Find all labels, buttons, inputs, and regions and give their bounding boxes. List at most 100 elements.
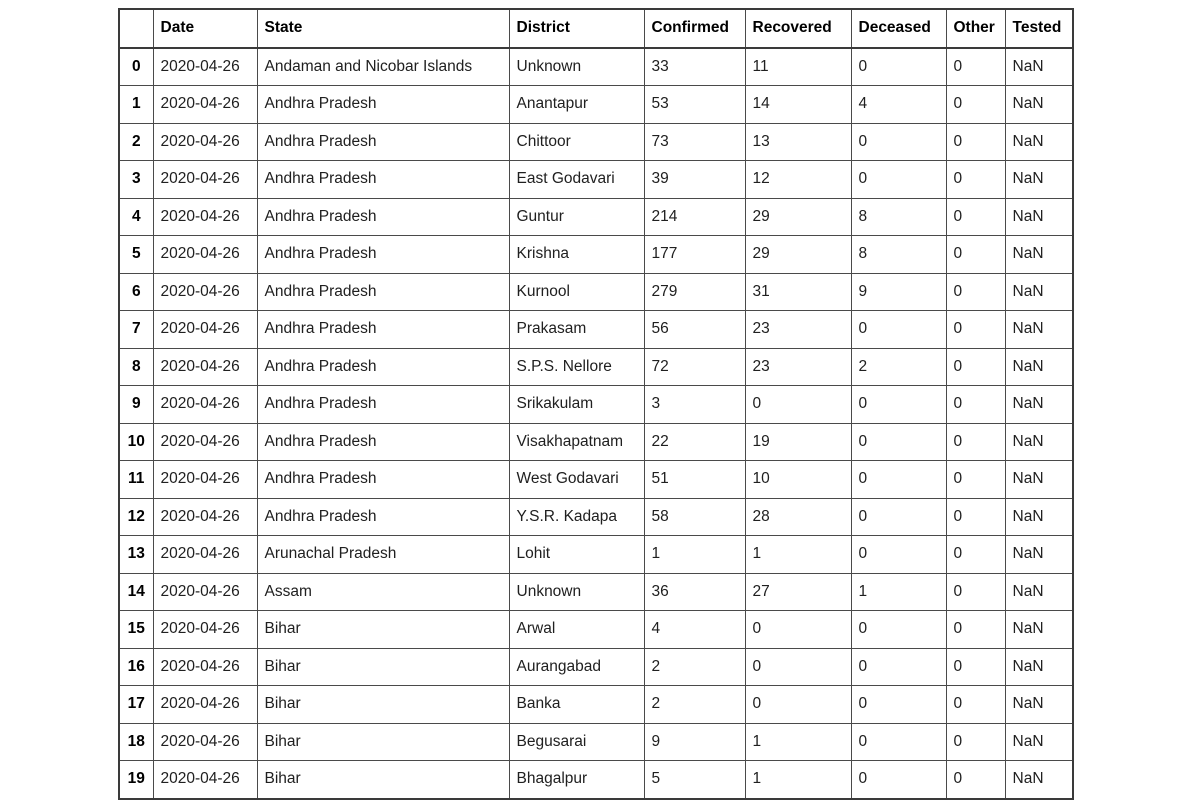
table-row: 8 2020-04-26 Andhra Pradesh S.P.S. Nellore 7… [118, 347, 1074, 386]
cell-district: Kurnool [508, 272, 645, 311]
column-header-other[interactable]: Other [945, 8, 1006, 49]
cell-recovered: 1 [744, 760, 852, 800]
table-body: 0 2020-04-26 Andaman and Nicobar Islands Un… [118, 47, 1074, 800]
cell-state: Andhra Pradesh [256, 310, 510, 349]
cell-confirmed: 1 [643, 535, 746, 574]
table-row: 17 2020-04-26 Bihar Banka 2 0 0 0 NaN [118, 685, 1074, 724]
cell-district: Anantapur [508, 85, 645, 124]
cell-confirmed: 33 [643, 47, 746, 86]
cell-recovered: 13 [744, 122, 852, 161]
row-index-label: 19 [118, 760, 154, 800]
cell-state: Assam [256, 572, 510, 611]
cell-recovered: 0 [744, 610, 852, 649]
cell-district: Srikakulam [508, 385, 645, 424]
table-row: 5 2020-04-26 Andhra Pradesh Krishna 177 29 8 0 N… [118, 235, 1074, 274]
cell-other: 0 [945, 760, 1006, 800]
cell-deceased: 0 [850, 160, 947, 199]
column-header-date[interactable]: Date [152, 8, 258, 49]
cell-other: 0 [945, 310, 1006, 349]
cell-deceased: 0 [850, 535, 947, 574]
column-header-recovered[interactable]: Recovered [744, 8, 852, 49]
table-row: 2 2020-04-26 Andhra Pradesh Chittoor 73 13 0 0 N… [118, 122, 1074, 161]
table-row: 1 2020-04-26 Andhra Pradesh Anantapur 53 14 4 0… [118, 85, 1074, 124]
row-index-label: 13 [118, 535, 154, 574]
cell-tested: NaN [1004, 422, 1074, 461]
cell-date: 2020-04-26 [152, 610, 258, 649]
table-row: 13 2020-04-26 Arunachal Pradesh Lohit 1 1 0 0 Na… [118, 535, 1074, 574]
row-index-label: 2 [118, 122, 154, 161]
cell-deceased: 0 [850, 610, 947, 649]
cell-deceased: 0 [850, 460, 947, 499]
cell-recovered: 11 [744, 47, 852, 86]
cell-deceased: 0 [850, 47, 947, 86]
cell-date: 2020-04-26 [152, 160, 258, 199]
cell-other: 0 [945, 197, 1006, 236]
cell-deceased: 0 [850, 760, 947, 800]
cell-recovered: 31 [744, 272, 852, 311]
cell-recovered: 0 [744, 685, 852, 724]
cell-tested: NaN [1004, 722, 1074, 761]
cell-tested: NaN [1004, 385, 1074, 424]
row-index-label: 5 [118, 235, 154, 274]
table-row: 6 2020-04-26 Andhra Pradesh Kurnool 279 31 9 0 N… [118, 272, 1074, 311]
cell-tested: NaN [1004, 535, 1074, 574]
column-header-tested[interactable]: Tested [1004, 8, 1074, 49]
cell-other: 0 [945, 160, 1006, 199]
cell-deceased: 1 [850, 572, 947, 611]
cell-other: 0 [945, 572, 1006, 611]
cell-date: 2020-04-26 [152, 347, 258, 386]
table-row: 4 2020-04-26 Andhra Pradesh Guntur 214 29 8 0 Na… [118, 197, 1074, 236]
cell-district: Chittoor [508, 122, 645, 161]
cell-state: Andhra Pradesh [256, 160, 510, 199]
cell-state: Andhra Pradesh [256, 272, 510, 311]
cell-confirmed: 4 [643, 610, 746, 649]
column-header-confirmed[interactable]: Confirmed [643, 8, 746, 49]
cell-date: 2020-04-26 [152, 235, 258, 274]
cell-confirmed: 56 [643, 310, 746, 349]
cell-other: 0 [945, 235, 1006, 274]
row-index-label: 16 [118, 647, 154, 686]
cell-other: 0 [945, 535, 1006, 574]
cell-state: Arunachal Pradesh [256, 535, 510, 574]
cell-tested: NaN [1004, 572, 1074, 611]
cell-district: Y.S.R. Kadapa [508, 497, 645, 536]
cell-other: 0 [945, 272, 1006, 311]
cell-district: Unknown [508, 572, 645, 611]
cell-deceased: 9 [850, 272, 947, 311]
cell-confirmed: 2 [643, 647, 746, 686]
header-row: Date State District Confirmed Recovered Decea… [118, 8, 1074, 49]
cell-tested: NaN [1004, 310, 1074, 349]
column-header-district[interactable]: District [508, 8, 645, 49]
row-index-label: 14 [118, 572, 154, 611]
table-row: 18 2020-04-26 Bihar Begusarai 9 1 0 0 NaN [118, 722, 1074, 761]
cell-deceased: 0 [850, 310, 947, 349]
cell-district: Lohit [508, 535, 645, 574]
cell-recovered: 27 [744, 572, 852, 611]
table-row: 10 2020-04-26 Andhra Pradesh Visakhapatnam 2… [118, 422, 1074, 461]
row-index-label: 12 [118, 497, 154, 536]
cell-state: Bihar [256, 610, 510, 649]
cell-deceased: 8 [850, 235, 947, 274]
cell-district: Unknown [508, 47, 645, 86]
cell-tested: NaN [1004, 197, 1074, 236]
cell-deceased: 0 [850, 685, 947, 724]
cell-date: 2020-04-26 [152, 685, 258, 724]
cell-confirmed: 72 [643, 347, 746, 386]
cell-recovered: 14 [744, 85, 852, 124]
cell-date: 2020-04-26 [152, 385, 258, 424]
cell-recovered: 1 [744, 722, 852, 761]
column-header-deceased[interactable]: Deceased [850, 8, 947, 49]
cell-confirmed: 39 [643, 160, 746, 199]
cell-state: Bihar [256, 722, 510, 761]
cell-date: 2020-04-26 [152, 760, 258, 800]
cell-date: 2020-04-26 [152, 460, 258, 499]
cell-confirmed: 51 [643, 460, 746, 499]
cell-confirmed: 53 [643, 85, 746, 124]
row-index-label: 9 [118, 385, 154, 424]
cell-tested: NaN [1004, 347, 1074, 386]
cell-district: Bhagalpur [508, 760, 645, 800]
cell-confirmed: 73 [643, 122, 746, 161]
cell-tested: NaN [1004, 610, 1074, 649]
cell-confirmed: 3 [643, 385, 746, 424]
column-header-state[interactable]: State [256, 8, 510, 49]
